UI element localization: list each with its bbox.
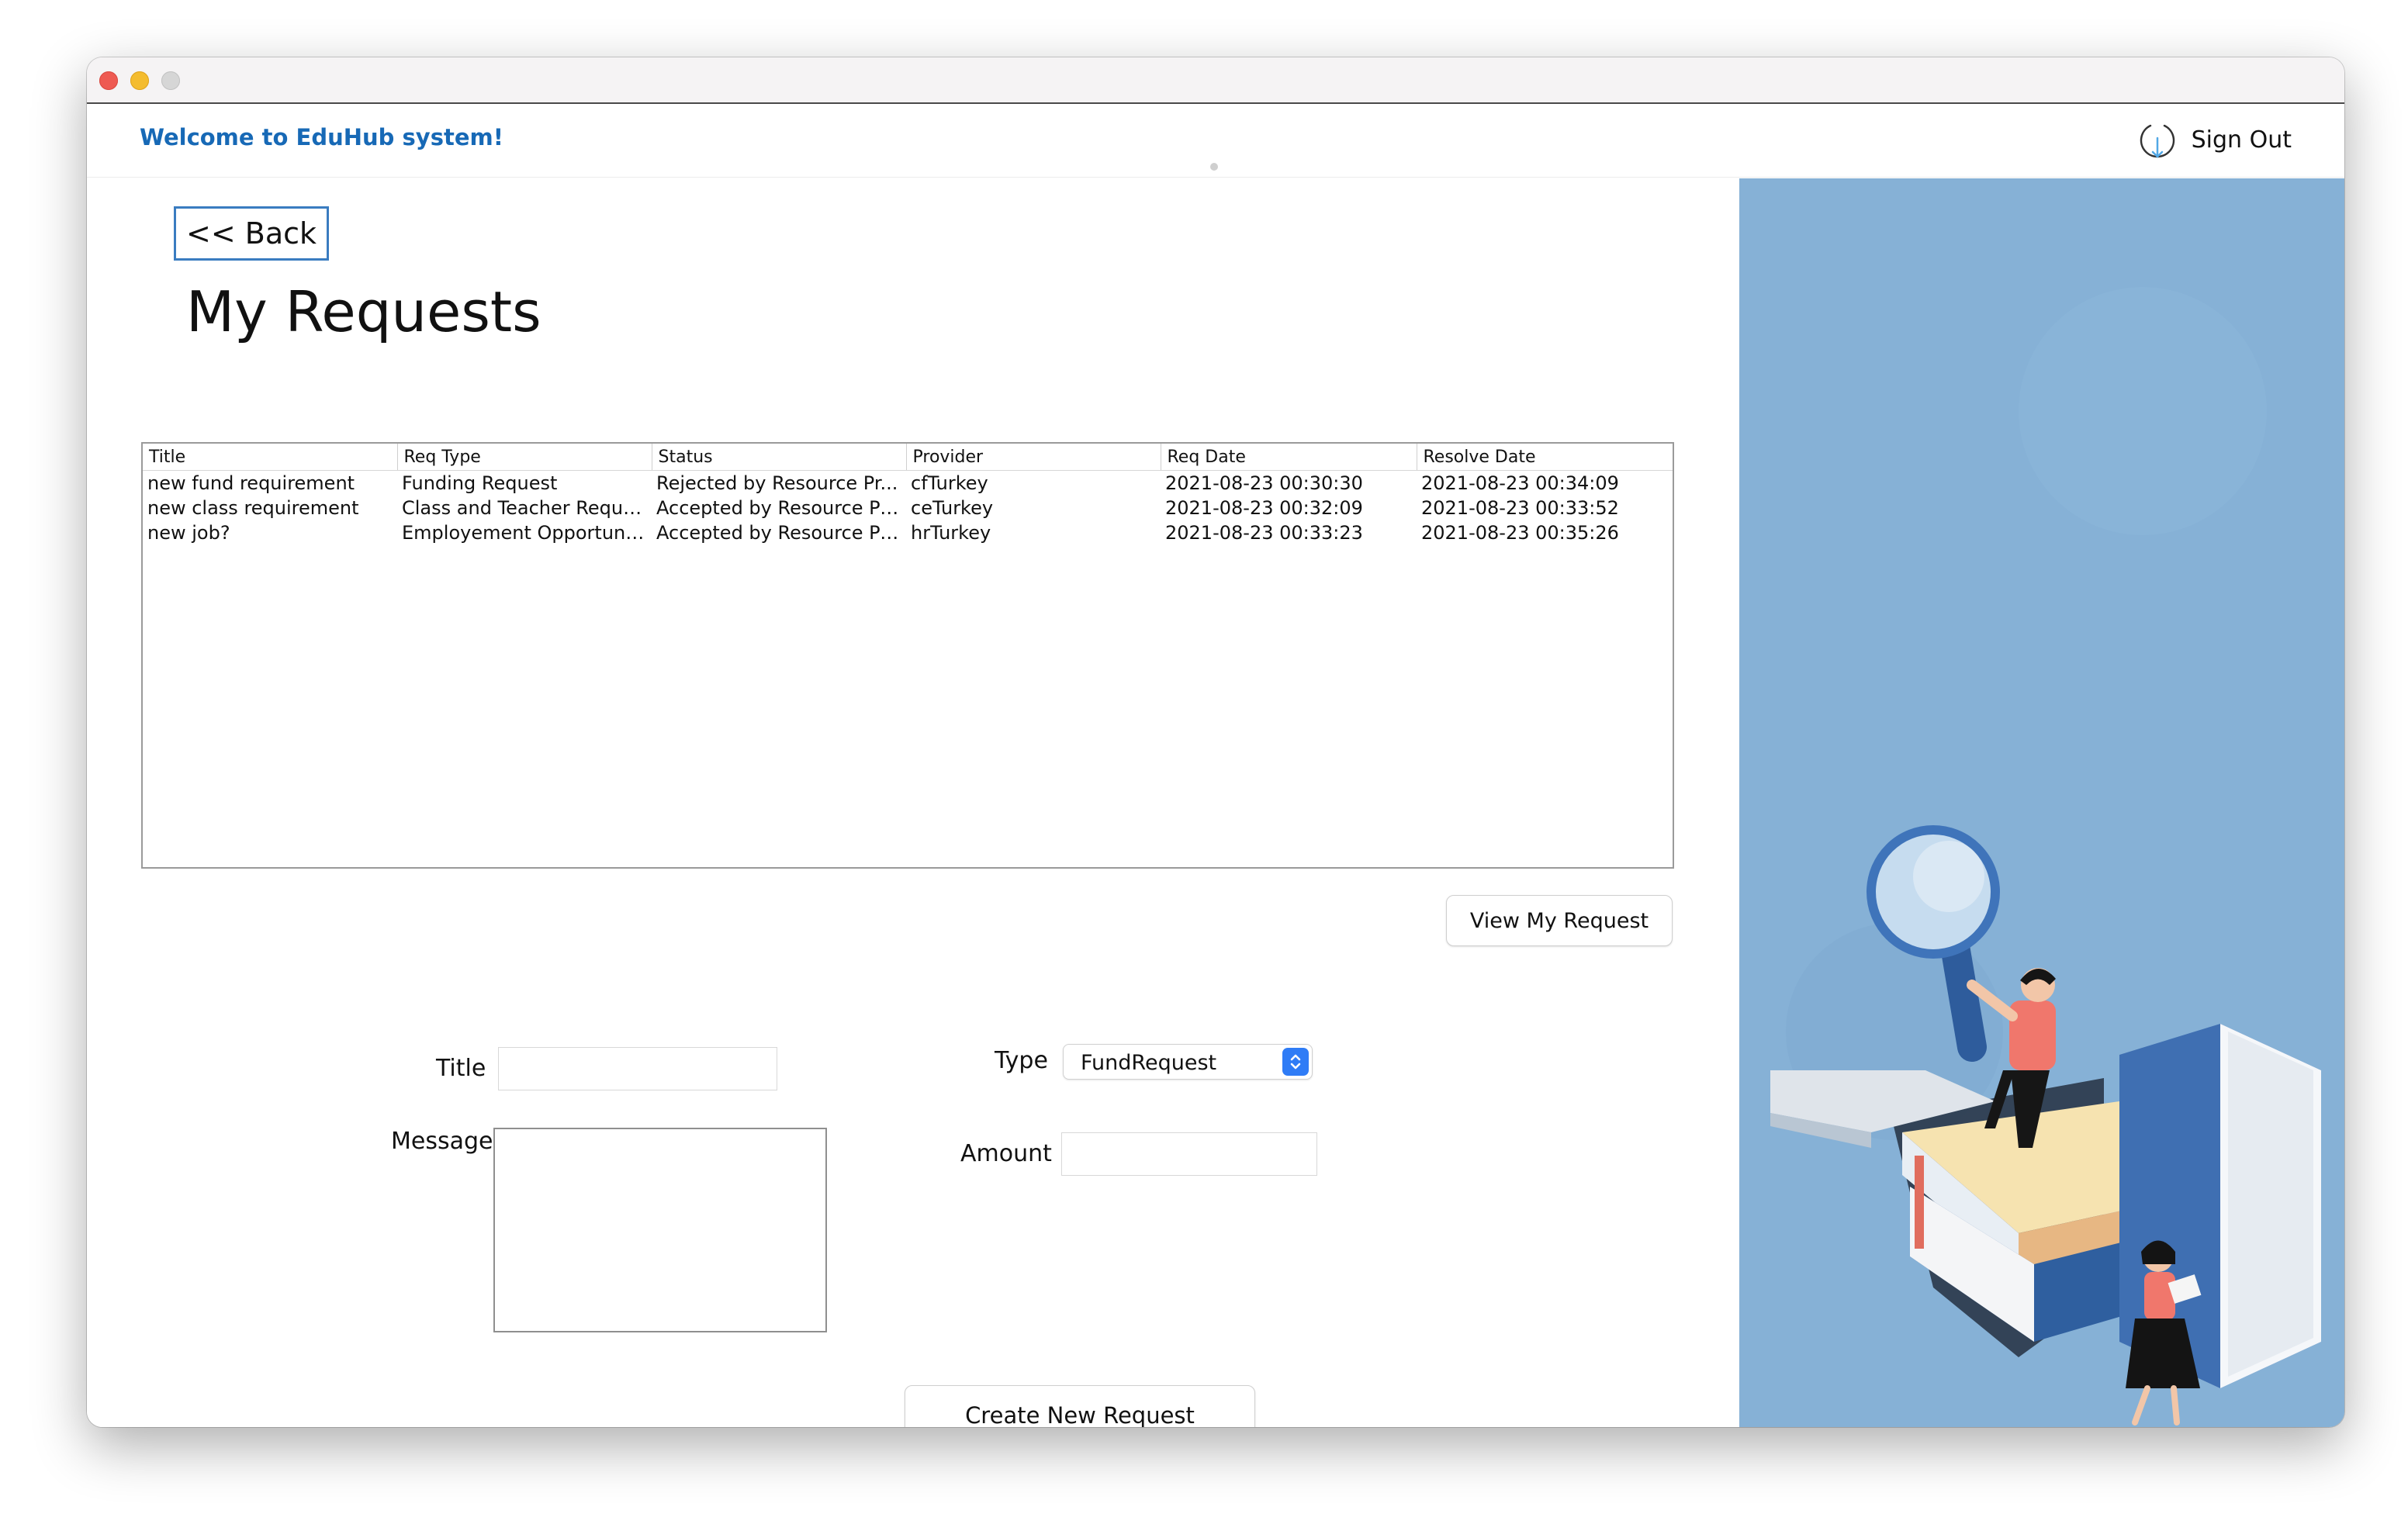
table-cell: 2021-08-23 00:30:30 [1165,472,1363,494]
table-cell: Accepted by Resource Pr... [656,497,904,519]
column-header-req-type[interactable]: Req Type [397,444,652,471]
table-cell: Rejected by Resource Pr... [656,472,898,494]
title-input[interactable] [498,1047,777,1090]
title-label: Title [436,1055,486,1082]
table-cell: new fund requirement [147,472,355,494]
main-panel: << Back My Requests Title Req Type Statu… [87,178,1739,1427]
column-header-title[interactable]: Title [143,444,398,471]
zoom-window-button[interactable] [161,71,180,90]
illustration-panel [1739,178,2344,1427]
welcome-text: Welcome to EduHub system! [140,124,503,150]
column-header-resolve-date[interactable]: Resolve Date [1417,444,1673,471]
table-row[interactable]: new class requirement Class and Teacher … [143,496,1673,520]
table-cell: new job? [147,522,230,544]
title-bar [87,57,2344,104]
type-select-value: FundRequest [1081,1051,1217,1075]
table-cell: Accepted by Resource Pr... [656,522,904,544]
column-header-provider[interactable]: Provider [906,444,1161,471]
minimize-window-button[interactable] [130,71,149,90]
app-window: Welcome to EduHub system! Sign Out << Ba… [87,57,2344,1427]
table-cell: 2021-08-23 00:33:23 [1165,522,1363,544]
type-label: Type [995,1047,1048,1074]
back-button[interactable]: << Back [174,206,329,261]
table-header-row: Title Req Type Status Provider Req Date … [143,444,1673,471]
table-row[interactable]: new fund requirement Funding Request Rej… [143,471,1673,496]
page-title: My Requests [186,279,541,344]
column-header-req-date[interactable]: Req Date [1161,444,1417,471]
amount-label: Amount [960,1140,1052,1167]
table-cell: hrTurkey [911,522,991,544]
create-new-request-button[interactable]: Create New Request [905,1385,1255,1427]
sign-out-label: Sign Out [2191,126,2292,154]
table-cell: 2021-08-23 00:32:09 [1165,497,1363,519]
sign-out-button[interactable]: Sign Out [2136,116,2292,163]
message-textarea[interactable] [493,1128,827,1332]
type-select[interactable]: FundRequest [1063,1044,1313,1080]
split-handle[interactable] [1210,163,1218,171]
chevron-up-down-icon [1282,1048,1309,1076]
table-cell: ceTurkey [911,497,994,519]
table-cell: Employement Opportunit... [402,522,652,544]
close-window-button[interactable] [99,71,118,90]
column-header-status[interactable]: Status [652,444,907,471]
table-cell: 2021-08-23 00:33:52 [1421,497,1619,519]
sign-out-icon [2140,124,2174,158]
table-cell: 2021-08-23 00:35:26 [1421,522,1619,544]
table-cell: Funding Request [402,472,558,494]
table-cell: cfTurkey [911,472,988,494]
view-my-request-button[interactable]: View My Request [1446,895,1673,946]
message-label: Message [391,1128,493,1155]
amount-input[interactable] [1061,1132,1317,1176]
table-row[interactable]: new job? Employement Opportunit... Accep… [143,520,1673,545]
requests-table[interactable]: Title Req Type Status Provider Req Date … [141,442,1674,869]
table-cell: 2021-08-23 00:34:09 [1421,472,1619,494]
books-magnifier-illustration [1739,178,2344,1427]
table-cell: new class requirement [147,497,359,519]
table-cell: Class and Teacher Request [402,497,652,519]
